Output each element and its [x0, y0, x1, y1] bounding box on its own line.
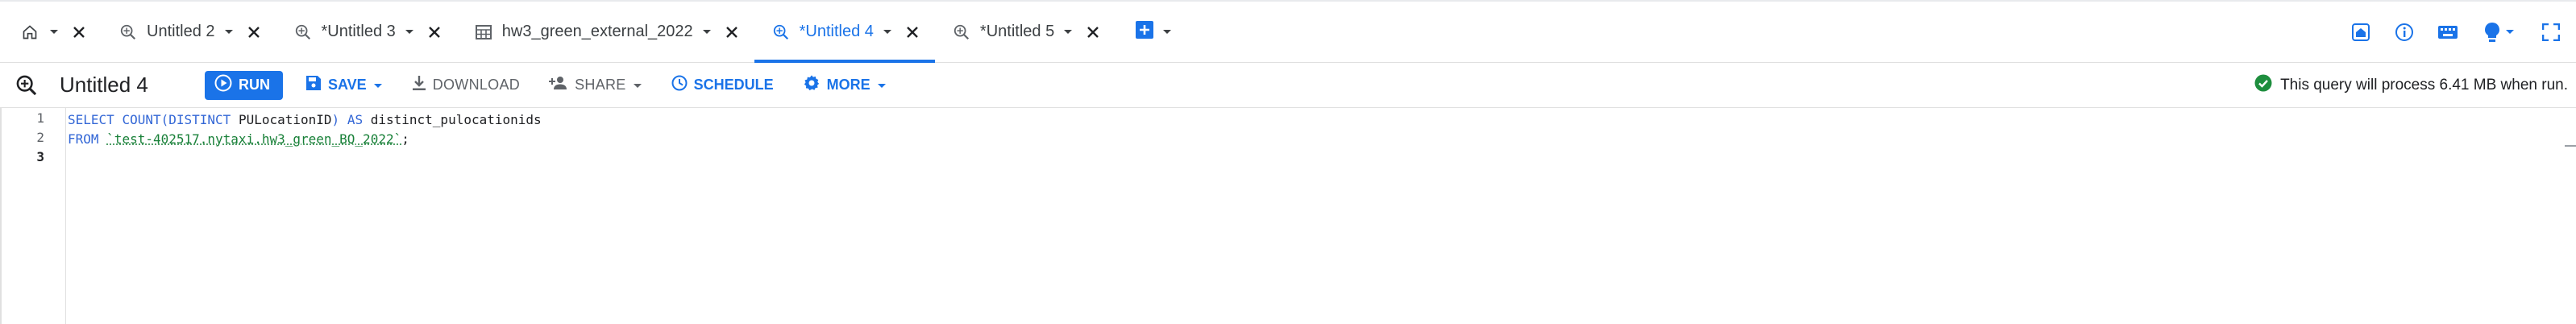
info-icon[interactable]: [2391, 19, 2418, 46]
schedule-button[interactable]: SCHEDULE: [671, 75, 774, 95]
punctuation: ): [331, 112, 340, 127]
more-label: MORE: [826, 77, 870, 93]
tab-label: *Untitled 4: [799, 23, 874, 40]
chevron-down-icon[interactable]: [48, 29, 60, 35]
keyword: DISTINCT: [168, 112, 231, 127]
check-circle-icon: [2254, 74, 2272, 97]
code-area[interactable]: SELECT COUNT(DISTINCT PULocationID) AS d…: [68, 108, 2576, 324]
tabbar-actions: [2347, 2, 2565, 63]
home-icon[interactable]: [2347, 19, 2374, 46]
tab-hw3-green-external-2022[interactable]: hw3_green_external_2022: [457, 2, 754, 62]
chevron-down-icon[interactable]: [1062, 29, 1074, 35]
query-icon: [951, 22, 972, 43]
tab-label: *Untitled 3: [321, 23, 396, 40]
query-toolbar: Untitled 4 RUN SAVE DOWNLOAD SHARE SCHED…: [0, 63, 2576, 108]
tab-untitled-5[interactable]: *Untitled 5: [935, 2, 1116, 62]
fullscreen-icon[interactable]: [2537, 19, 2565, 46]
code-line-1[interactable]: SELECT COUNT(DISTINCT PULocationID) AS d…: [68, 110, 542, 130]
query-icon: [118, 22, 139, 43]
chevron-down-icon[interactable]: [2505, 29, 2515, 35]
download-icon: [412, 75, 426, 95]
line-number: 2: [36, 130, 44, 145]
keyword: AS: [347, 112, 364, 127]
save-button[interactable]: SAVE: [305, 75, 383, 95]
run-label: RUN: [239, 77, 270, 93]
chevron-down-icon[interactable]: [1162, 25, 1172, 39]
add-box-icon[interactable]: [1135, 20, 1154, 44]
download-label: DOWNLOAD: [432, 77, 521, 93]
line-number: 3: [36, 149, 44, 164]
share-label: SHARE: [575, 77, 626, 93]
play-icon: [214, 74, 232, 96]
tab-untitled-3[interactable]: *Untitled 3: [276, 2, 457, 62]
punctuation: (: [160, 112, 169, 127]
close-icon[interactable]: [721, 21, 743, 44]
query-validation-status: This query will process 6.41 MB when run…: [2254, 63, 2568, 108]
close-icon[interactable]: [243, 21, 265, 44]
close-icon[interactable]: [1082, 21, 1104, 44]
chevron-down-icon: [373, 77, 383, 93]
tab-untitled-2[interactable]: Untitled 2: [102, 2, 276, 62]
close-icon[interactable]: [901, 21, 924, 44]
add-person-icon: [549, 76, 568, 94]
status-text: This query will process 6.41 MB when run…: [2280, 77, 2568, 93]
punctuation: ;: [401, 131, 409, 147]
tab-label: hw3_green_external_2022: [501, 23, 693, 40]
chevron-down-icon[interactable]: [223, 29, 235, 35]
clock-icon: [671, 75, 688, 95]
tab-label: *Untitled 5: [979, 23, 1055, 40]
chevron-down-icon: [633, 77, 642, 93]
keyword: FROM: [68, 131, 99, 147]
overview-ruler-marker: [2565, 145, 2576, 147]
more-button[interactable]: MORE: [803, 74, 887, 96]
home-icon: [19, 22, 40, 43]
schedule-label: SCHEDULE: [693, 77, 774, 93]
tab-home[interactable]: [0, 2, 102, 62]
query-icon: [771, 22, 791, 43]
column-name: PULocationID: [231, 112, 332, 127]
line-number-gutter: 1 2 3: [0, 108, 66, 324]
query-icon: [293, 22, 314, 43]
download-button[interactable]: DOWNLOAD: [412, 75, 520, 95]
query-title[interactable]: Untitled 4: [60, 73, 197, 98]
close-icon[interactable]: [423, 21, 446, 44]
sql-editor[interactable]: 1 2 3 SELECT COUNT(DISTINCT PULocationID…: [0, 108, 2576, 324]
new-tab-button[interactable]: [1116, 2, 1180, 62]
line-number: 1: [36, 110, 44, 126]
tab-label: Untitled 2: [147, 23, 215, 40]
function-name: COUNT: [122, 112, 161, 127]
tab-untitled-4[interactable]: *Untitled 4: [754, 2, 936, 63]
save-icon: [305, 75, 322, 95]
chevron-down-icon: [877, 77, 887, 93]
table-icon: [473, 22, 494, 43]
chevron-down-icon[interactable]: [882, 29, 893, 35]
run-button[interactable]: RUN: [205, 70, 283, 100]
gear-icon: [803, 74, 821, 96]
chevron-down-icon[interactable]: [701, 29, 713, 35]
close-icon[interactable]: [68, 21, 90, 44]
keyboard-icon[interactable]: [2434, 19, 2462, 46]
tab-bar: Untitled 2 *Untitled 3 hw3_green_externa…: [0, 0, 2576, 63]
table-reference-link[interactable]: `test-402517.nytaxi.hw3_green_BQ_2022`: [106, 131, 401, 147]
keyword: SELECT: [68, 112, 114, 127]
save-label: SAVE: [328, 77, 367, 93]
alias-name: distinct_pulocationids: [370, 112, 542, 127]
share-button[interactable]: SHARE: [549, 76, 642, 94]
query-icon: [15, 73, 39, 98]
code-line-2[interactable]: FROM `test-402517.nytaxi.hw3_green_BQ_20…: [68, 130, 409, 149]
lightbulb-icon[interactable]: [2478, 19, 2521, 46]
chevron-down-icon[interactable]: [404, 29, 415, 35]
